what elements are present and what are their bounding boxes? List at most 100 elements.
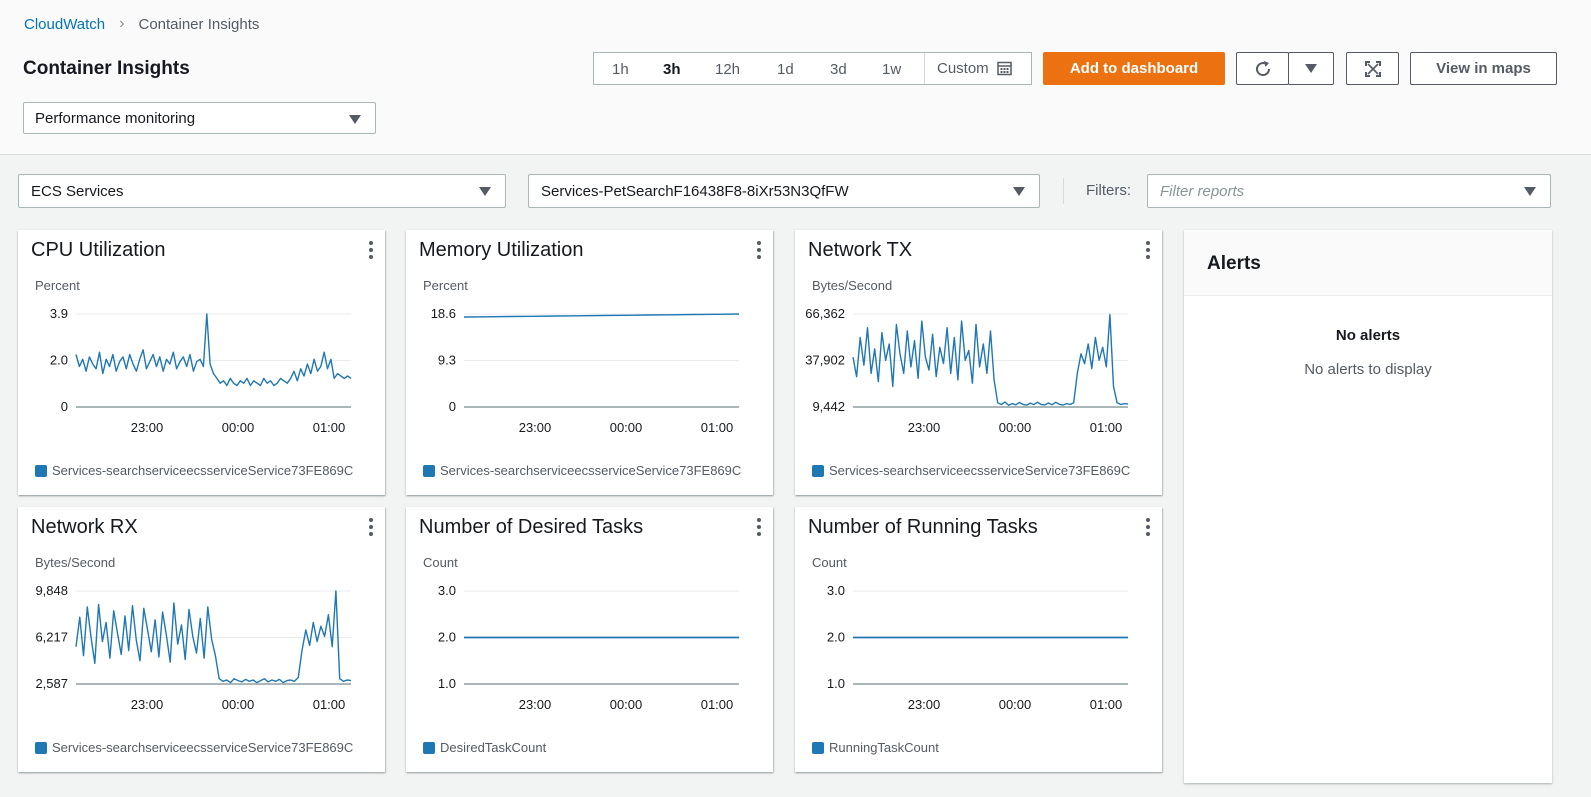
legend-swatch bbox=[812, 741, 824, 754]
fullscreen-button[interactable] bbox=[1346, 52, 1399, 85]
x-tick-label: 00:00 bbox=[610, 420, 643, 435]
range-3d[interactable]: 3d bbox=[830, 61, 847, 78]
caret-down-icon bbox=[1013, 187, 1025, 196]
y-tick-label: 2.0 bbox=[827, 630, 845, 645]
caret-down-icon bbox=[349, 115, 361, 124]
range-custom-label: Custom bbox=[937, 60, 989, 77]
legend-label: Services-searchserviceecsserviceService7… bbox=[52, 463, 354, 478]
resource-type-value: ECS Services bbox=[31, 183, 124, 200]
y-tick-label: 1.0 bbox=[438, 676, 456, 691]
y-tick-label: 9.3 bbox=[438, 353, 456, 368]
y-tick-label: 3.0 bbox=[438, 583, 456, 598]
chart-legend[interactable]: Services-searchserviceecsserviceService7… bbox=[423, 463, 741, 478]
legend-label: DesiredTaskCount bbox=[440, 740, 547, 755]
breadcrumb: CloudWatch › Container Insights bbox=[24, 15, 259, 33]
legend-label: Services-searchserviceecsserviceService7… bbox=[440, 463, 742, 478]
alerts-empty-message: No alerts to display bbox=[1304, 361, 1432, 378]
chart-legend[interactable]: RunningTaskCount bbox=[812, 740, 939, 755]
x-tick-label: 00:00 bbox=[222, 420, 255, 435]
refresh-options-button[interactable] bbox=[1288, 52, 1334, 85]
chart-card-network-rx: Network RX Bytes/Second Services-searchser… bbox=[18, 507, 385, 772]
resource-name-value: Services-PetSearchF16438F8-8iXr53N3QfFW bbox=[541, 183, 849, 200]
range-3h[interactable]: 3h bbox=[663, 61, 681, 78]
x-tick-label: 00:00 bbox=[999, 420, 1032, 435]
caret-down-icon bbox=[479, 187, 491, 196]
legend-label: RunningTaskCount bbox=[829, 740, 939, 755]
y-tick-label: 18.6 bbox=[431, 306, 456, 321]
calendar-icon bbox=[996, 61, 1012, 76]
y-tick-label: 37,902 bbox=[805, 353, 845, 368]
series-line bbox=[852, 313, 1129, 407]
filter-reports-placeholder: Filter reports bbox=[1160, 183, 1245, 200]
y-tick-label: 9,442 bbox=[812, 399, 845, 414]
x-tick-label: 23:00 bbox=[519, 420, 552, 435]
series-line bbox=[75, 590, 352, 684]
x-tick-label: 00:00 bbox=[610, 697, 643, 712]
refresh-icon bbox=[1255, 60, 1270, 76]
x-tick-label: 01:00 bbox=[1090, 420, 1123, 435]
filter-reports-input[interactable]: Filter reports bbox=[1147, 174, 1551, 208]
legend-label: Services-searchserviceecsserviceService7… bbox=[829, 463, 1131, 478]
series-line bbox=[75, 313, 352, 387]
y-tick-label: 2.0 bbox=[50, 353, 68, 368]
y-tick-label: 9,848 bbox=[35, 583, 68, 598]
range-1d[interactable]: 1d bbox=[777, 61, 794, 78]
refresh-button[interactable] bbox=[1236, 52, 1289, 85]
chart-legend[interactable]: Services-searchserviceecsserviceService7… bbox=[35, 463, 353, 478]
y-tick-label: 3.0 bbox=[827, 583, 845, 598]
x-tick-label: 00:00 bbox=[999, 697, 1032, 712]
divider bbox=[1063, 178, 1064, 204]
y-tick-label: 1.0 bbox=[827, 676, 845, 691]
resource-type-select[interactable]: ECS Services bbox=[18, 174, 506, 208]
filters-label: Filters: bbox=[1086, 182, 1131, 199]
y-tick-label: 0 bbox=[61, 399, 68, 414]
y-tick-label: 2,587 bbox=[35, 676, 68, 691]
x-tick-label: 01:00 bbox=[313, 420, 346, 435]
x-tick-label: 01:00 bbox=[313, 697, 346, 712]
mode-select[interactable]: Performance monitoring bbox=[23, 102, 376, 134]
x-tick-label: 01:00 bbox=[701, 420, 734, 435]
range-12h[interactable]: 12h bbox=[715, 61, 740, 78]
alerts-empty-title: No alerts bbox=[1335, 327, 1401, 344]
y-tick-label: 2.0 bbox=[438, 630, 456, 645]
x-tick-label: 01:00 bbox=[1090, 697, 1123, 712]
chart-card-running-tasks: Number of Running Tasks Count RunningTaskC… bbox=[795, 507, 1162, 772]
page-title: Container Insights bbox=[23, 58, 190, 79]
x-tick-label: 23:00 bbox=[519, 697, 552, 712]
page-header: CloudWatch › Container Insights Containe… bbox=[0, 0, 1591, 155]
legend-swatch bbox=[423, 464, 435, 477]
y-tick-label: 6,217 bbox=[35, 630, 68, 645]
chart-plot: 9,848 6,217 2,587 23:00 00:00 01:00 bbox=[35, 583, 352, 712]
chart-legend[interactable]: Services-searchserviceecsserviceService7… bbox=[812, 463, 1130, 478]
chart-plot: 3.0 2.0 1.0 23:00 00:00 01:00 bbox=[438, 583, 739, 712]
breadcrumb-current: Container Insights bbox=[138, 15, 260, 33]
y-tick-label: 3.9 bbox=[50, 306, 68, 321]
range-1w[interactable]: 1w bbox=[882, 61, 901, 78]
view-in-maps-button[interactable]: View in maps bbox=[1410, 52, 1557, 85]
chart-plot: 18.6 9.3 0 23:00 00:00 01:00 bbox=[431, 306, 740, 435]
x-tick-label: 23:00 bbox=[131, 697, 164, 712]
breadcrumb-cloudwatch-link[interactable]: CloudWatch bbox=[24, 16, 105, 33]
x-tick-label: 23:00 bbox=[908, 420, 941, 435]
chart-legend[interactable]: DesiredTaskCount bbox=[423, 740, 546, 755]
alerts-panel: Alerts No alerts No alerts to display bbox=[1184, 230, 1552, 783]
chart-plot: 66,362 37,902 9,442 23:00 00:00 01:00 bbox=[805, 306, 1129, 435]
range-1h[interactable]: 1h bbox=[612, 61, 629, 78]
x-tick-label: 23:00 bbox=[908, 697, 941, 712]
add-to-dashboard-button[interactable]: Add to dashboard bbox=[1043, 52, 1225, 85]
chart-plot: 3.9 2.0 0 23:00 00:00 01:00 bbox=[50, 306, 352, 435]
chart-plot: 3.0 2.0 1.0 23:00 00:00 01:00 bbox=[827, 583, 1128, 712]
chart-card-memory: Memory Utilization Percent Services-search… bbox=[406, 230, 773, 495]
chart-legend[interactable]: Services-searchserviceecsserviceService7… bbox=[35, 740, 353, 755]
caret-down-icon bbox=[1305, 64, 1317, 73]
legend-swatch bbox=[812, 464, 824, 477]
x-tick-label: 01:00 bbox=[701, 697, 734, 712]
range-custom[interactable]: Custom bbox=[924, 53, 1012, 84]
resource-name-select[interactable]: Services-PetSearchF16438F8-8iXr53N3QfFW bbox=[528, 174, 1040, 208]
legend-swatch bbox=[35, 741, 47, 754]
x-tick-label: 00:00 bbox=[222, 697, 255, 712]
chevron-right-icon: › bbox=[119, 15, 125, 32]
legend-swatch bbox=[423, 741, 435, 754]
mode-select-value: Performance monitoring bbox=[35, 110, 196, 127]
time-range-selector: 1h 3h 12h 1d 3d 1w Custom bbox=[593, 52, 1032, 85]
